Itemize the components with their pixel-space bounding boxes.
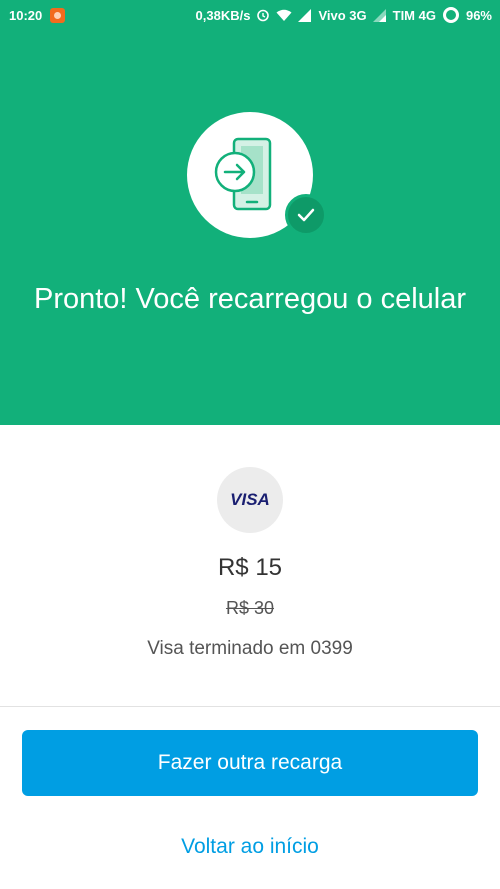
wifi-icon (276, 9, 292, 22)
divider (0, 706, 500, 707)
card-brand: VISA (230, 490, 270, 509)
recharge-amount: R$ 15 (217, 554, 283, 581)
card-description: Visa terminado em 0399 (147, 638, 353, 659)
new-recharge-button[interactable]: Fazer outra recarga (22, 730, 478, 796)
success-header: Pronto! Você recarregou o celular (0, 30, 500, 425)
page-title: Pronto! Você recarregou o celular (33, 283, 467, 315)
status-time: 10:20 (9, 7, 43, 23)
notification-app-icon (50, 7, 66, 23)
status-bar: 10:20 0,38KB/s Vivo 3G TIM 4G 96% (0, 0, 500, 30)
carrier-2: TIM 4G (392, 7, 436, 23)
network-speed: 0,38KB/s (195, 7, 251, 23)
visa-card-icon: VISA (217, 467, 283, 533)
check-icon (285, 194, 327, 236)
battery-level: 96% (465, 7, 492, 23)
battery-ring-icon (442, 6, 460, 24)
signal-icon (298, 8, 312, 22)
alarm-icon (256, 8, 270, 22)
signal-icon-2 (372, 8, 387, 22)
original-amount: R$ 30 (225, 598, 275, 618)
carrier-1: Vivo 3G (318, 7, 367, 23)
back-to-home-link[interactable]: Voltar ao início (0, 835, 500, 859)
